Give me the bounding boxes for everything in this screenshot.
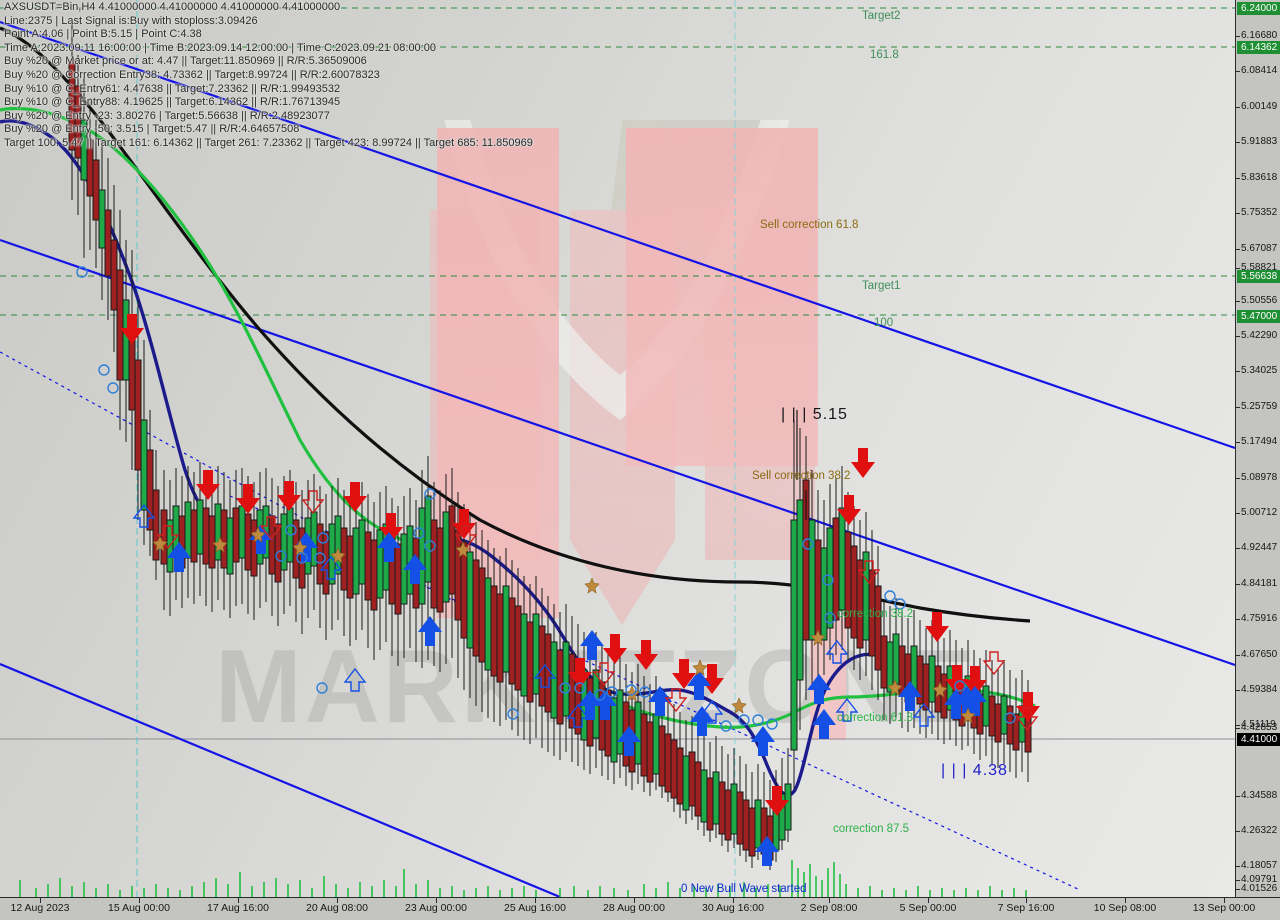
volume-histogram: [19, 860, 1027, 897]
price-tick-mark: [1236, 300, 1240, 302]
target-price-badge: 5.56638: [1237, 270, 1280, 283]
price-tick: 4.18057: [1236, 860, 1280, 872]
price-tick-mark: [1236, 35, 1240, 37]
time-tick-label: 23 Aug 00:00: [405, 902, 467, 914]
price-tick-mark: [1236, 106, 1240, 108]
price-tick: 5.17494: [1236, 436, 1280, 448]
time-tick-label: 5 Sep 00:00: [899, 902, 957, 914]
time-tick-label: 30 Aug 16:00: [702, 902, 764, 914]
trading-chart-window: MARKETZONE: [0, 0, 1280, 920]
price-tick-label: 4.92447: [1241, 542, 1278, 553]
price-tick-mark: [1236, 248, 1240, 250]
time-tick-label: 17 Aug 16:00: [207, 902, 269, 914]
price-tick-mark: [1236, 477, 1240, 479]
time-tick-label: 25 Aug 16:00: [504, 902, 566, 914]
price-tick: 5.00712: [1236, 507, 1280, 519]
price-tick-label: 5.34025: [1241, 365, 1278, 376]
price-tick-mark: [1236, 212, 1240, 214]
time-tick-label: 10 Sep 08:00: [1093, 902, 1157, 914]
price-tick: 4.84181: [1236, 578, 1280, 590]
price-tick-mark: [1236, 406, 1240, 408]
price-tick-mark: [1236, 547, 1240, 549]
price-tick-label: 4.67650: [1241, 649, 1278, 660]
price-tick-mark: [1236, 70, 1240, 72]
target-price-badge: 6.24000: [1237, 2, 1280, 15]
price-tick: 4.67650: [1236, 649, 1280, 661]
price-tick-label: 5.75352: [1241, 207, 1278, 218]
price-tick: 4.34588: [1236, 790, 1280, 802]
price-axis[interactable]: 6.16680 6.08414 6.00149 5.91883 5.83618 5.753…: [1235, 0, 1280, 897]
price-tick-label: 6.00149: [1241, 101, 1278, 112]
price-tick: 5.42290: [1236, 330, 1280, 342]
price-tick-mark: [1236, 370, 1240, 372]
price-tick: 6.08414: [1236, 65, 1280, 77]
price-tick-label: 4.01526: [1241, 883, 1278, 894]
price-tick-mark: [1236, 141, 1240, 143]
time-tick-label: 20 Aug 08:00: [306, 902, 368, 914]
price-tick-mark: [1236, 583, 1240, 585]
time-tick-label: 12 Aug 2023: [10, 902, 70, 914]
price-tick-label: 6.08414: [1241, 65, 1278, 76]
price-tick-mark: [1236, 512, 1240, 514]
time-tick-label: 7 Sep 16:00: [997, 902, 1055, 914]
price-tick: 5.83618: [1236, 172, 1280, 184]
price-tick-label: 4.75916: [1241, 613, 1278, 624]
price-tick-label: 5.67087: [1241, 243, 1278, 254]
price-tick-mark: [1236, 441, 1240, 443]
price-tick: 4.26322: [1236, 825, 1280, 837]
price-tick-mark: [1236, 267, 1240, 269]
price-tick-label: 4.34588: [1241, 790, 1278, 801]
price-tick: 5.50556: [1236, 295, 1280, 307]
price-tick-label: 5.08978: [1241, 472, 1278, 483]
time-tick-label: 15 Aug 00:00: [108, 902, 170, 914]
price-tick-mark: [1236, 795, 1240, 797]
price-tick: 5.25759: [1236, 401, 1280, 413]
price-tick-mark: [1236, 177, 1240, 179]
time-tick-label: 28 Aug 00:00: [603, 902, 665, 914]
price-tick-label: 5.83618: [1241, 172, 1278, 183]
price-tick: 5.34025: [1236, 365, 1280, 377]
time-tick-label: 13 Sep 00:00: [1192, 902, 1256, 914]
price-tick-mark: [1236, 335, 1240, 337]
current-price-badge: 4.41000: [1237, 733, 1280, 746]
price-tick-mark: [1236, 727, 1240, 729]
price-tick: 4.01526: [1236, 883, 1280, 895]
price-tick: 4.75916: [1236, 613, 1280, 625]
price-tick-label: 5.50556: [1241, 295, 1278, 306]
price-tick-label: 5.25759: [1241, 401, 1278, 412]
price-tick-label: 4.18057: [1241, 860, 1278, 871]
price-tick: 4.92447: [1236, 542, 1280, 554]
target-price-badge: 6.14362: [1237, 41, 1280, 54]
price-tick: 6.00149: [1236, 101, 1280, 113]
price-tick-label: 5.00712: [1241, 507, 1278, 518]
price-tick: 4.59384: [1236, 684, 1280, 696]
price-tick-label: 5.91883: [1241, 136, 1278, 147]
chart-plot-area[interactable]: MARKETZONE: [0, 0, 1235, 897]
price-tick-mark: [1236, 888, 1240, 890]
price-tick-mark: [1236, 689, 1240, 691]
price-tick: 5.08978: [1236, 472, 1280, 484]
price-tick-label: 4.59384: [1241, 684, 1278, 695]
price-tick: 5.91883: [1236, 136, 1280, 148]
price-tick-label: 5.42290: [1241, 330, 1278, 341]
chart-vector-layer: [0, 0, 1235, 897]
price-tick-mark: [1236, 879, 1240, 881]
price-tick-label: 5.17494: [1241, 436, 1278, 447]
time-axis[interactable]: 12 Aug 2023 15 Aug 00:00 17 Aug 16:00 20 Au…: [0, 897, 1280, 920]
price-tick: 5.67087: [1236, 243, 1280, 255]
time-tick-label: 2 Sep 08:00: [800, 902, 858, 914]
price-tick-mark: [1236, 865, 1240, 867]
price-tick-mark: [1236, 830, 1240, 832]
price-tick-label: 4.26322: [1241, 825, 1278, 836]
price-tick: 5.75352: [1236, 207, 1280, 219]
price-tick-mark: [1236, 654, 1240, 656]
supply-zone-right: [626, 128, 818, 466]
price-tick-label: 4.84181: [1241, 578, 1278, 589]
target-price-badge: 5.47000: [1237, 310, 1280, 323]
price-tick-mark: [1236, 618, 1240, 620]
